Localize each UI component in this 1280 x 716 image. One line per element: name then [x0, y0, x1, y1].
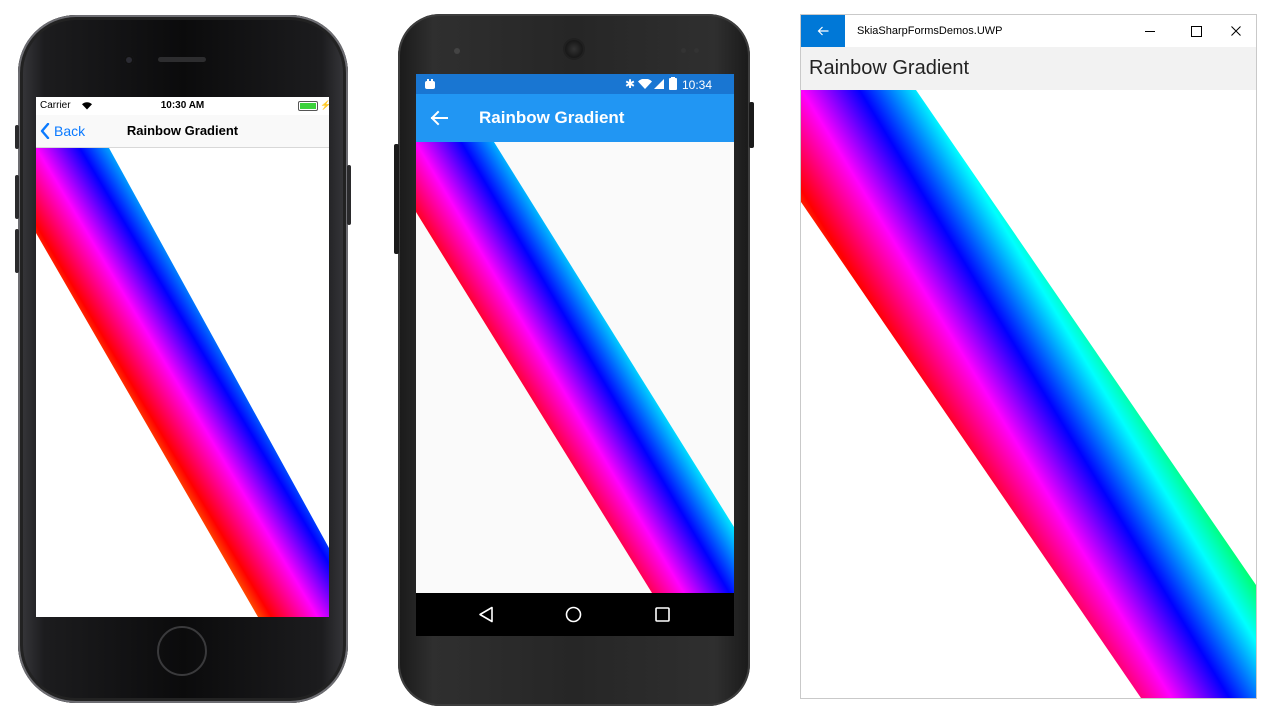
- maximize-button[interactable]: [1173, 15, 1219, 47]
- close-icon: [1231, 26, 1241, 36]
- minimize-button[interactable]: [1127, 15, 1173, 47]
- minimize-icon: [1145, 31, 1155, 32]
- nav-home-icon[interactable]: [565, 606, 582, 623]
- android-navigation-bar: [416, 593, 734, 636]
- rainbow-gradient-canvas: [36, 148, 329, 617]
- rainbow-band: [36, 148, 329, 617]
- rainbow-band: [801, 90, 1256, 698]
- front-camera: [565, 40, 583, 58]
- signal-icon: [654, 79, 664, 89]
- page-header: Rainbow Gradient: [801, 47, 1256, 90]
- front-camera: [124, 55, 134, 65]
- battery-icon: [669, 77, 677, 90]
- back-arrow-icon: [817, 26, 829, 36]
- charging-icon: ⚡: [320, 100, 329, 110]
- ios-time: 10:30 AM: [160, 100, 205, 111]
- volume-button: [394, 144, 399, 254]
- ios-status-bar: Carrier 10:30 AM ⚡: [36, 97, 329, 115]
- bluetooth-icon: ✱: [625, 77, 636, 91]
- earpiece: [158, 57, 206, 62]
- window-title-bar: SkiaSharpFormsDemos.UWP: [801, 15, 1256, 47]
- rainbow-gradient-canvas: [416, 142, 734, 593]
- rainbow-band: [416, 142, 734, 593]
- android-notification-icon: [425, 79, 435, 89]
- android-status-bar: ✱ 10:34: [416, 74, 734, 94]
- android-time: 10:34: [682, 78, 713, 92]
- iphone-device: Carrier 10:30 AM ⚡ Back Rainbow Gradient: [15, 15, 351, 703]
- title-back-button[interactable]: [801, 15, 845, 47]
- sensor-dot: [694, 48, 699, 53]
- nav-recents-icon[interactable]: [655, 607, 670, 622]
- volume-down-button: [15, 229, 19, 273]
- nav-back-icon[interactable]: [478, 606, 494, 623]
- front-sensor: [454, 48, 460, 54]
- home-button[interactable]: [157, 626, 207, 676]
- uwp-window: SkiaSharpFormsDemos.UWP Rainbow Gradient: [800, 14, 1257, 699]
- close-button[interactable]: [1219, 15, 1256, 47]
- ring-switch: [15, 125, 19, 149]
- sensor-dot: [681, 48, 686, 53]
- volume-up-button: [15, 175, 19, 219]
- page-title: Rainbow Gradient: [126, 123, 239, 138]
- power-button: [347, 165, 351, 225]
- rainbow-gradient-canvas: [801, 90, 1256, 698]
- android-screen: ✱ 10:34 Rainbow Gradient: [416, 74, 734, 636]
- page-title: Rainbow Gradient: [809, 57, 970, 79]
- ios-navigation-bar: Back Rainbow Gradient: [36, 115, 329, 148]
- back-arrow-icon[interactable]: [430, 110, 448, 126]
- window-title: SkiaSharpFormsDemos.UWP: [857, 25, 1003, 37]
- wifi-icon: [638, 79, 652, 89]
- battery-icon: [298, 101, 318, 111]
- maximize-icon: [1191, 26, 1202, 37]
- power-button: [749, 102, 754, 148]
- iphone-screen: Carrier 10:30 AM ⚡ Back Rainbow Gradient: [36, 97, 329, 617]
- android-app-bar: Rainbow Gradient: [416, 94, 734, 142]
- android-device: ✱ 10:34 Rainbow Gradient: [394, 14, 754, 706]
- page-title: Rainbow Gradient: [479, 108, 625, 127]
